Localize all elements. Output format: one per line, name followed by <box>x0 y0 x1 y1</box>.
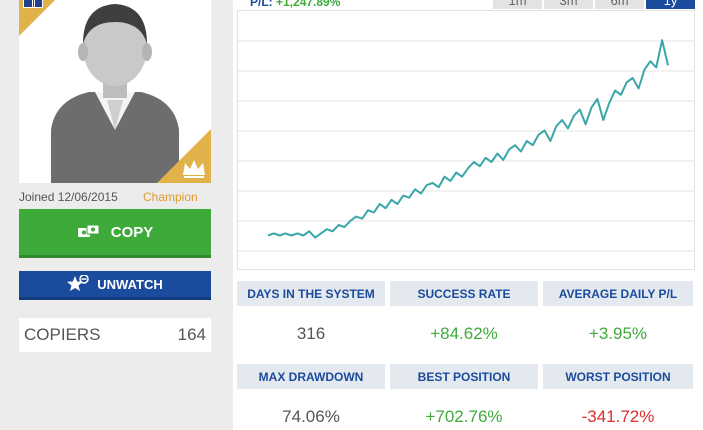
copiers-box: COPIERS 164 <box>19 318 211 352</box>
tab-3m[interactable]: 3m <box>544 0 593 9</box>
stat-worst-label: WORST POSITION <box>543 364 693 389</box>
unwatch-button[interactable]: UNWATCH <box>19 271 211 300</box>
tab-6m[interactable]: 6m <box>595 0 644 9</box>
unwatch-button-label: UNWATCH <box>97 276 163 292</box>
pl-label: P/L: <box>250 0 273 9</box>
chart-series-line <box>267 39 669 239</box>
copy-button-label: COPY <box>110 223 154 241</box>
tab-1y[interactable]: 1y <box>646 0 695 9</box>
stat-best-label: BEST POSITION <box>390 364 538 389</box>
pl-value: +1,247.89% <box>276 0 341 9</box>
performance-chart-svg <box>238 39 694 252</box>
stat-success-label: SUCCESS RATE <box>390 281 538 306</box>
stat-worst-value: -341.72% <box>581 407 655 426</box>
tab-1m[interactable]: 1m <box>493 0 542 9</box>
copiers-label: COPIERS <box>24 325 101 344</box>
stat-success-value: +84.62% <box>430 324 498 343</box>
avatar-card <box>19 0 211 183</box>
range-tabs: 1m 3m 6m 1y <box>493 0 695 9</box>
copiers-count: 164 <box>177 325 206 344</box>
stat-days-value: 316 <box>296 324 326 343</box>
performance-chart <box>237 10 695 270</box>
pl-summary: P/L: +1,247.89% <box>250 0 340 9</box>
crown-icon <box>183 160 205 178</box>
star-remove-icon <box>67 275 89 291</box>
stat-best-value: +702.76% <box>425 407 503 426</box>
stat-days-label: DAYS IN THE SYSTEM <box>237 281 385 306</box>
trader-sidebar: Joined 12/06/2015 Champion COPY UNWATCH … <box>0 0 233 430</box>
copy-trades-icon <box>77 224 100 237</box>
stat-avg-daily-label: AVERAGE DAILY P/L <box>543 281 693 306</box>
joined-date: Joined 12/06/2015 <box>19 190 118 204</box>
rank-label: Champion <box>143 190 198 204</box>
stat-avg-daily-value: +3.95% <box>588 324 648 343</box>
stat-drawdown-value: 74.06% <box>282 407 340 426</box>
copy-button[interactable]: COPY <box>19 209 211 258</box>
stat-drawdown-label: MAX DRAWDOWN <box>237 364 385 389</box>
uk-flag-icon <box>23 0 43 8</box>
